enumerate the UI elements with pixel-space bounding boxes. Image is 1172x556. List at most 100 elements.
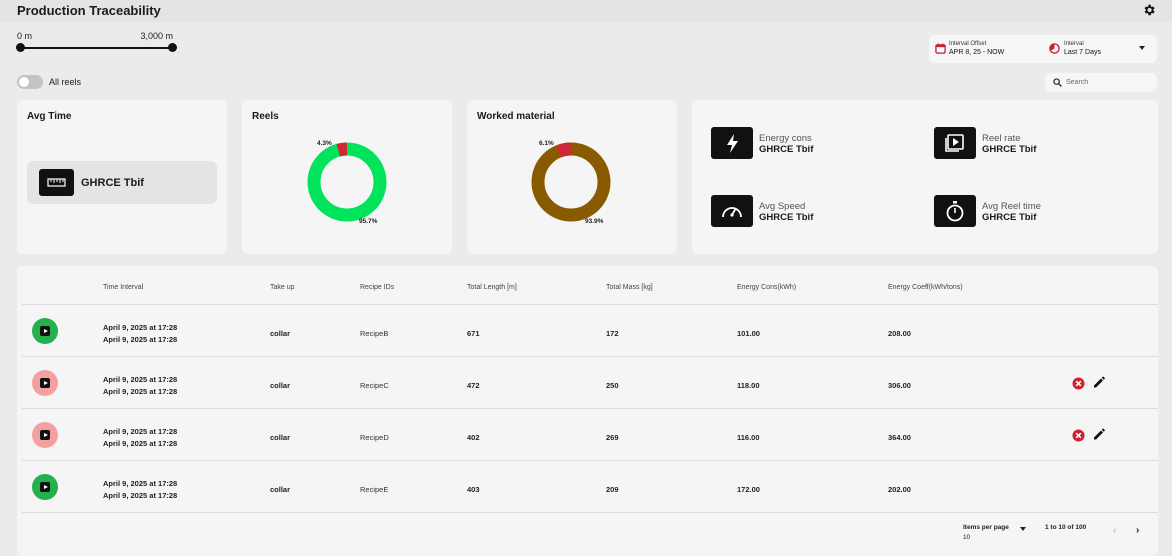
delete-icon[interactable] [1072, 429, 1085, 442]
cell-start-time: April 9, 2025 at 17:28 [103, 479, 178, 488]
reels-title: Reels [252, 111, 279, 122]
toggle-knob [19, 77, 29, 87]
play-glyph [44, 329, 48, 333]
cell-total-length: 402 [467, 433, 480, 442]
clock-icon [1049, 43, 1060, 54]
avg-time-title: Avg Time [27, 111, 72, 122]
kpi-label: Energy cons [759, 133, 812, 144]
kpi-value: GHRCE Tbif [759, 144, 814, 155]
cell-take-up: collar [270, 381, 291, 390]
worked-material-title: Worked material [477, 111, 555, 122]
status-badge[interactable] [32, 318, 58, 344]
cell-energy-cons: 116.00 [737, 433, 760, 442]
play-glyph [44, 433, 48, 437]
search-box[interactable] [1045, 73, 1157, 92]
donut-segment-large [531, 142, 611, 222]
kpi-label: Avg Speed [759, 201, 806, 212]
avg-time-value-box: GHRCE Tbif [27, 161, 217, 204]
reels-donut-chart [307, 142, 387, 222]
worked-material-card: Worked material 6.1% 93.9% [467, 100, 677, 254]
kpi-value: GHRCE Tbif [982, 212, 1037, 223]
play-glyph [44, 485, 48, 489]
cell-start-time: April 9, 2025 at 17:28 [103, 323, 178, 332]
all-reels-toggle[interactable] [17, 75, 43, 89]
cell-energy-coeff: 202.00 [888, 485, 911, 494]
reels-card: Reels 4.3% 95.7% [242, 100, 452, 254]
avg-time-value: GHRCE Tbif [81, 177, 144, 189]
col-header-recipe-ids[interactable]: Recipe IDs [360, 284, 394, 291]
table-row[interactable]: April 9, 2025 at 17:28 April 9, 2025 at 1… [17, 357, 1158, 409]
interval-title: Interval [1064, 41, 1084, 47]
cell-energy-cons: 118.00 [737, 381, 760, 390]
row-divider [22, 512, 1158, 513]
app-header: Production Traceability [0, 0, 1172, 22]
cell-total-mass: 269 [606, 433, 619, 442]
lightning-icon [711, 127, 753, 159]
avg-time-card: Avg Time GHRCE Tbif [17, 100, 227, 254]
stopwatch-icon [934, 195, 976, 227]
items-per-page-value[interactable]: 10 [963, 534, 970, 541]
col-header-energy-coeff[interactable]: Energy Coeff(kWh/tons) [888, 284, 963, 291]
worked-material-donut-chart [531, 142, 611, 222]
next-page-button[interactable]: › [1136, 525, 1139, 536]
table-row[interactable]: April 9, 2025 at 17:28 April 9, 2025 at 1… [17, 409, 1158, 461]
kpi-card: Energy cons GHRCE Tbif Reel rate GHRCE T… [692, 100, 1158, 254]
chevron-down-icon[interactable] [1020, 527, 1026, 531]
search-input[interactable] [1066, 76, 1151, 89]
status-badge[interactable] [32, 370, 58, 396]
col-header-total-mass[interactable]: Total Mass [kg] [606, 284, 653, 291]
chevron-down-icon[interactable] [1139, 46, 1145, 50]
play-box-icon [934, 127, 976, 159]
status-badge[interactable] [32, 474, 58, 500]
delete-icon[interactable] [1072, 377, 1085, 390]
cell-recipe: RecipeB [360, 329, 389, 338]
cell-take-up: collar [270, 433, 291, 442]
all-reels-label: All reels [49, 77, 82, 87]
kpi-value: GHRCE Tbif [759, 212, 814, 223]
cell-end-time: April 9, 2025 at 17:28 [103, 335, 178, 344]
cell-energy-cons: 101.00 [737, 329, 760, 338]
edit-icon[interactable] [1092, 427, 1106, 441]
interval-selector[interactable]: Interval Offset APR 8, 25 - NOW Interval… [929, 35, 1157, 63]
material-large-pct: 93.9% [585, 218, 604, 225]
kpi-value: GHRCE Tbif [982, 144, 1037, 155]
items-per-page-label: Items per page [963, 524, 1009, 531]
length-range-track[interactable] [20, 47, 172, 49]
cell-total-length: 671 [467, 329, 480, 338]
pagination-range: 1 to 10 of 100 [1045, 524, 1087, 531]
col-header-total-length[interactable]: Total Length [m] [467, 284, 517, 291]
play-glyph [44, 381, 48, 385]
reels-small-pct: 4.3% [317, 140, 332, 147]
donut-segment-large [307, 142, 387, 222]
range-max-handle[interactable] [168, 43, 177, 52]
col-header-time-interval[interactable]: Time Interval [103, 284, 143, 291]
kpi-label: Reel rate [982, 133, 1021, 144]
interval-value: Last 7 Days [1064, 49, 1101, 56]
table-row[interactable]: April 9, 2025 at 17:28 April 9, 2025 at 1… [17, 305, 1158, 357]
previous-page-button[interactable]: ‹ [1113, 525, 1116, 536]
cell-total-length: 403 [467, 485, 480, 494]
table-row[interactable]: April 9, 2025 at 17:28 April 9, 2025 at 1… [17, 461, 1158, 513]
cell-total-length: 472 [467, 381, 480, 390]
interval-offset-title: Interval Offset [949, 41, 987, 47]
cell-start-time: April 9, 2025 at 17:28 [103, 427, 178, 436]
status-badge[interactable] [32, 422, 58, 448]
col-header-energy-cons[interactable]: Energy Cons(kWh) [737, 284, 796, 291]
range-min-handle[interactable] [16, 43, 25, 52]
ruler-icon [39, 169, 74, 196]
cell-energy-coeff: 208.00 [888, 329, 911, 338]
cell-recipe: RecipeD [360, 433, 389, 442]
cell-energy-coeff: 306.00 [888, 381, 911, 390]
interval-offset-value: APR 8, 25 - NOW [949, 49, 1005, 56]
gear-icon[interactable] [1142, 3, 1156, 17]
col-header-take-up[interactable]: Take up [270, 284, 295, 291]
reels-large-pct: 95.7% [359, 218, 378, 225]
cell-total-mass: 172 [606, 329, 619, 338]
cell-end-time: April 9, 2025 at 17:28 [103, 439, 178, 448]
cell-take-up: collar [270, 485, 291, 494]
cell-end-time: April 9, 2025 at 17:28 [103, 491, 178, 500]
edit-icon[interactable] [1092, 375, 1106, 389]
range-min-label: 0 m [17, 31, 33, 41]
kpi-label: Avg Reel time [982, 201, 1041, 212]
cell-recipe: RecipeC [360, 381, 389, 390]
